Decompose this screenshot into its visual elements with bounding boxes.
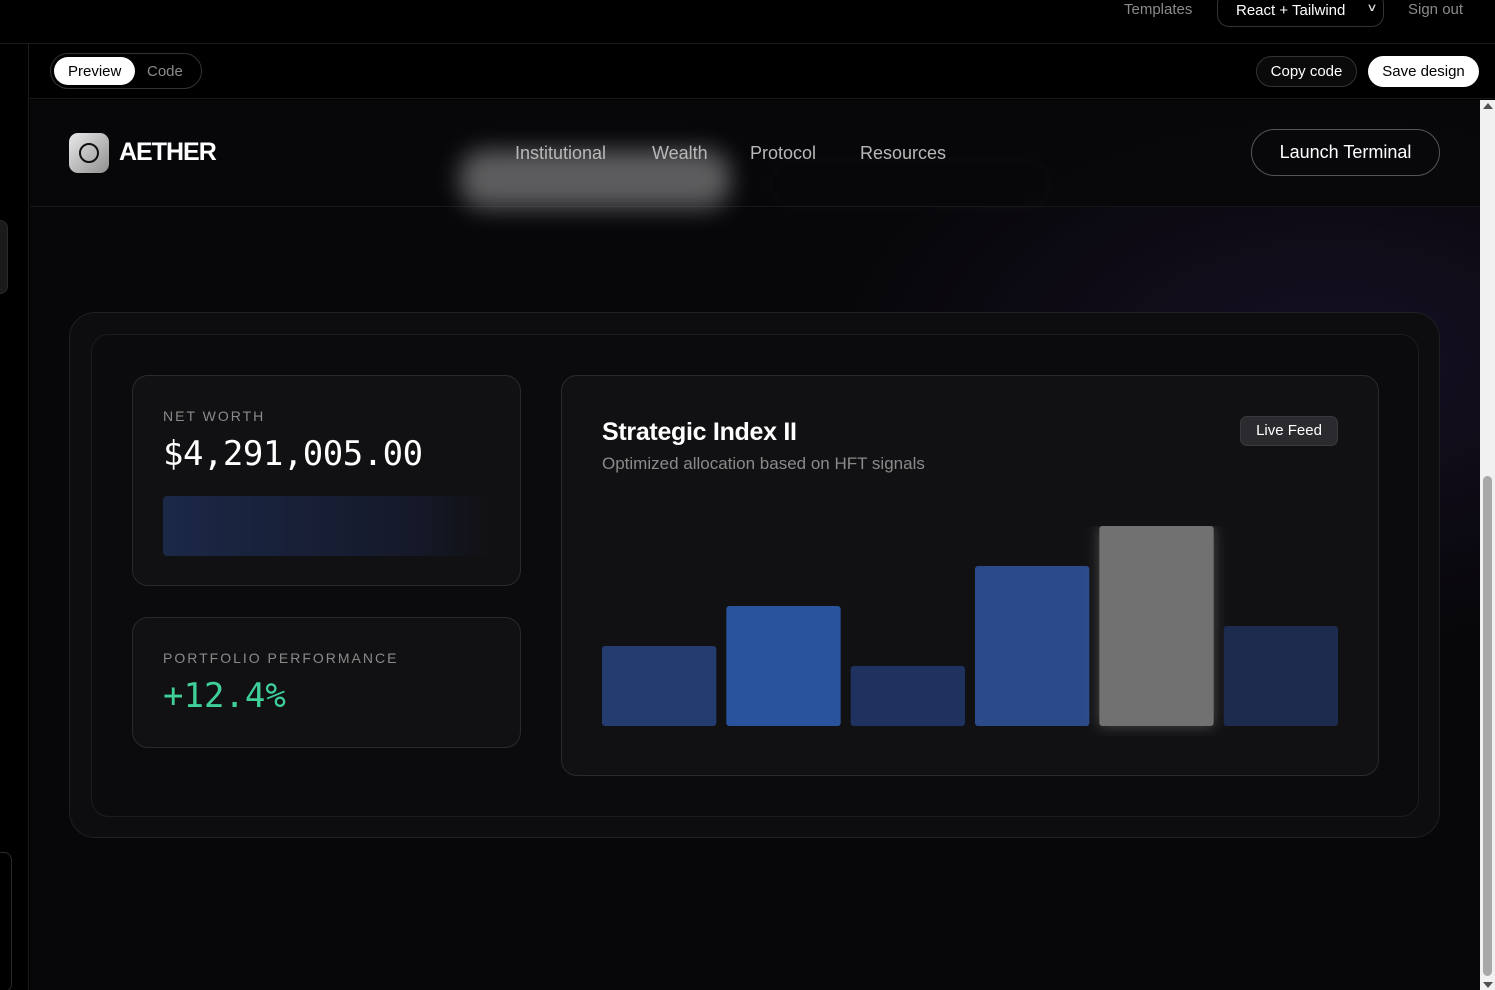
- view-toggle: Preview Code: [50, 53, 202, 89]
- left-rail: [0, 44, 29, 990]
- net-worth-card: NET WORTH $4,291,005.00: [132, 375, 521, 586]
- nav-link-protocol[interactable]: Protocol: [750, 143, 816, 164]
- preview-tab[interactable]: Preview: [54, 57, 136, 85]
- strategic-index-card: Strategic Index II Optimized allocation …: [561, 375, 1379, 776]
- nav-link-institutional[interactable]: Institutional: [515, 143, 606, 164]
- chart-bar-6[interactable]: [1223, 626, 1338, 726]
- code-tab[interactable]: Code: [133, 57, 197, 85]
- editor-toolbar: Preview Code Copy code Save design: [29, 44, 1495, 99]
- live-feed-badge: Live Feed: [1240, 416, 1338, 446]
- performance-value: +12.4%: [163, 676, 286, 716]
- chart-bar-1[interactable]: [602, 646, 717, 726]
- app-top-bar: Templates React + Tailwind ∨ Sign out: [0, 0, 1495, 44]
- chevron-down-icon: ∨: [1366, 2, 1378, 14]
- chart-bar-5[interactable]: [1099, 526, 1214, 726]
- copy-code-button[interactable]: Copy code: [1256, 56, 1357, 87]
- scrollbar-thumb[interactable]: [1483, 476, 1492, 976]
- preview-canvas: AETHER Institutional Wealth Protocol Res…: [30, 100, 1480, 990]
- performance-card: PORTFOLIO PERFORMANCE +12.4%: [132, 617, 521, 748]
- scrollbar[interactable]: [1480, 100, 1495, 990]
- site-navbar: AETHER Institutional Wealth Protocol Res…: [30, 100, 1480, 208]
- left-rail-panel: [0, 852, 12, 990]
- logo-ring: [79, 143, 99, 163]
- chart-bar-3[interactable]: [850, 666, 965, 726]
- left-rail-handle[interactable]: [0, 220, 8, 294]
- dashboard-panel: NET WORTH $4,291,005.00 PORTFOLIO PERFOR…: [91, 334, 1419, 817]
- scroll-down-arrow-icon[interactable]: [1483, 982, 1493, 988]
- chart-subtitle: Optimized allocation based on HFT signal…: [602, 454, 925, 473]
- chart-bar-4[interactable]: [975, 566, 1090, 726]
- chart-title: Strategic Index II: [602, 418, 797, 446]
- blurred-pill-outline: [770, 160, 1050, 208]
- templates-link[interactable]: Templates: [1124, 1, 1192, 18]
- nav-link-wealth[interactable]: Wealth: [652, 143, 708, 164]
- save-design-button[interactable]: Save design: [1368, 56, 1479, 87]
- logo-icon[interactable]: [69, 133, 109, 173]
- dashboard-frame: NET WORTH $4,291,005.00 PORTFOLIO PERFOR…: [69, 312, 1440, 838]
- scroll-up-arrow-icon[interactable]: [1483, 103, 1493, 109]
- launch-terminal-button[interactable]: Launch Terminal: [1251, 129, 1440, 176]
- nav-link-resources[interactable]: Resources: [860, 143, 946, 164]
- sign-out-link[interactable]: Sign out: [1408, 1, 1463, 18]
- net-worth-value: $4,291,005.00: [163, 434, 423, 474]
- framework-select[interactable]: React + Tailwind ∨: [1217, 0, 1384, 27]
- net-worth-label: NET WORTH: [163, 408, 266, 424]
- framework-select-value: React + Tailwind: [1236, 2, 1346, 19]
- net-worth-sparkbar: [163, 496, 493, 556]
- brand-name[interactable]: AETHER: [119, 138, 217, 167]
- chart-bar-2[interactable]: [726, 606, 841, 726]
- performance-label: PORTFOLIO PERFORMANCE: [163, 650, 399, 666]
- bar-chart: [602, 526, 1338, 726]
